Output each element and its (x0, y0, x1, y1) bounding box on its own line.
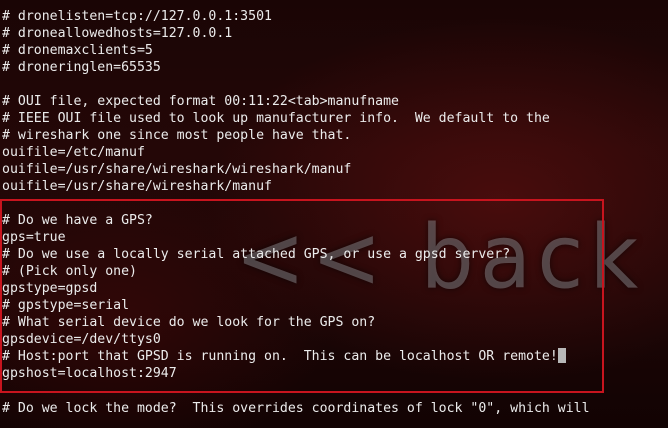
config-line: ouifile=/usr/share/wireshark/manuf (2, 179, 272, 194)
config-line: # dronemaxclients=5 (2, 43, 153, 58)
config-line: # dronelisten=tcp://127.0.0.1:3501 (2, 9, 272, 24)
gps-section-highlight (0, 199, 604, 393)
config-line: # droneallowedhosts=127.0.0.1 (2, 26, 233, 41)
config-line: # OUI file, expected format 00:11:22<tab… (2, 94, 399, 109)
config-line: ouifile=/usr/share/wireshark/wireshark/m… (2, 162, 352, 177)
config-line: # droneringlen=65535 (2, 60, 161, 75)
config-line: # wireshark one since most people have t… (2, 128, 352, 143)
config-line: # IEEE OUI file used to look up manufact… (2, 111, 550, 126)
config-line: ouifile=/etc/manuf (2, 145, 145, 160)
terminal-window[interactable]: << back | t # dronelisten=tcp://127.0.0.… (0, 0, 668, 428)
config-line: # Do we lock the mode? This overrides co… (2, 401, 590, 416)
